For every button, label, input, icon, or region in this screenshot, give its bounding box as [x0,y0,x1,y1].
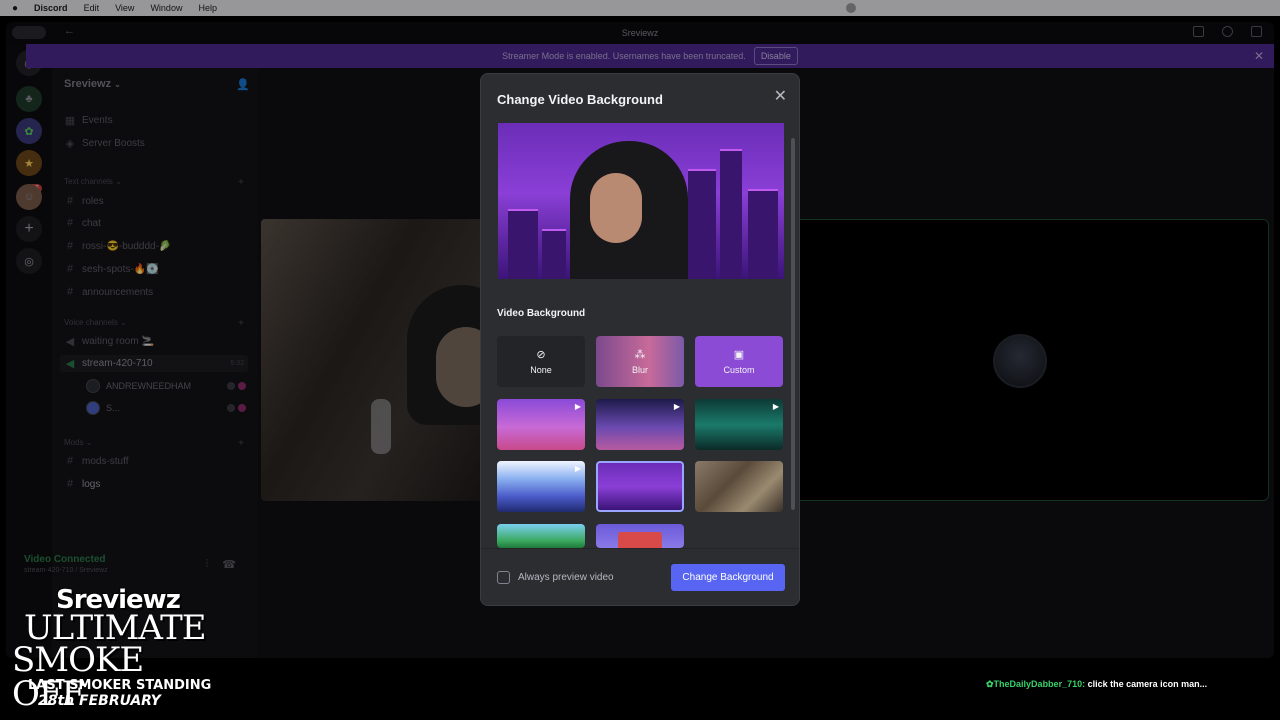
checkbox-label[interactable]: Always preview video [518,572,614,583]
option-label: Custom [723,365,755,375]
preview-building [688,169,716,279]
option-label: Blur [631,365,648,375]
change-background-button[interactable]: Change Background [671,564,785,591]
play-icon: ▶ [574,464,581,473]
preview-building [542,229,566,279]
background-custom-option[interactable]: ▣ Custom [695,336,783,387]
background-thumbnail[interactable] [497,524,585,548]
background-thumbnail[interactable]: ▶ [497,399,585,450]
background-thumbnail[interactable]: ▶ [596,399,684,450]
chat-text: click the camera icon man... [1087,679,1208,689]
blur-icon: ⁂ [634,349,646,361]
background-thumbnail[interactable]: ▶ [497,461,585,512]
option-label: None [530,365,552,375]
background-blur-option[interactable]: ⁂ Blur [596,336,684,387]
preview-face [590,173,642,243]
modal-footer: Always preview video Change Background [481,548,799,605]
screen: ● Discord Edit View Window Help ← Srevie… [0,0,1280,720]
preview-building [508,209,538,279]
play-icon: ▶ [772,402,779,411]
scrollbar-thumb[interactable] [791,138,795,510]
none-icon: ⊘ [536,349,546,361]
background-thumbnail[interactable]: ▶ [695,399,783,450]
stream-promo-overlay: Sreviewz ULTIMATE SMOKE OFF LAST SMOKER … [8,585,218,713]
play-icon: ▶ [574,402,581,411]
preview-building [720,149,742,279]
play-icon: ▶ [673,402,680,411]
close-icon[interactable]: ✕ [774,86,787,106]
add-image-icon: ▣ [733,349,745,361]
promo-line3: LAST SMOKER STANDING [28,678,212,693]
background-thumbnail[interactable] [695,461,783,512]
section-label: Video Background [497,308,586,319]
background-thumbnail-selected[interactable] [594,459,686,514]
thumbnail-art [618,532,662,548]
change-background-modal: Change Video Background ✕ Video Backgrou… [480,73,800,606]
chat-leaf-icon: ✿ [986,679,994,689]
video-preview [498,123,784,279]
stream-chat-message: ✿TheDailyDabber_710: click the camera ic… [986,679,1207,690]
modal-title: Change Video Background [497,92,663,107]
promo-date: 28th FEBRUARY [38,693,161,709]
background-thumbnail[interactable] [596,524,684,548]
modal-scrollbar[interactable] [791,138,795,510]
chat-username: TheDailyDabber_710: [993,679,1086,689]
background-none-option[interactable]: ⊘ None [497,336,585,387]
preview-building [748,189,778,279]
preview-checkbox[interactable] [497,571,510,584]
